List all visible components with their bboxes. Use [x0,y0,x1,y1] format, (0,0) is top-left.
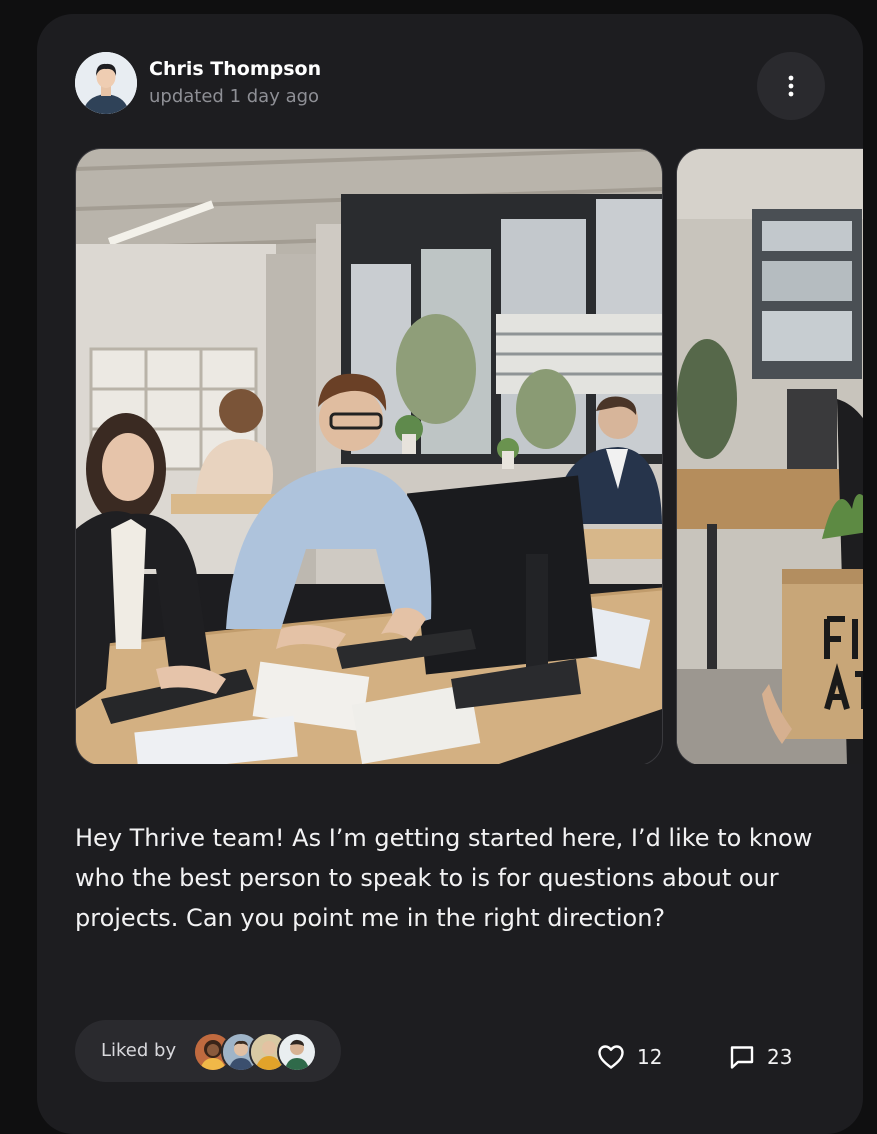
comment-button[interactable]: 23 [729,1042,792,1072]
more-vertical-icon [788,75,794,97]
heart-icon [598,1045,624,1069]
post-timestamp: updated 1 day ago [149,86,320,107]
liker-avatar[interactable] [277,1032,317,1072]
liked-by-pill[interactable]: Liked by [75,1020,341,1082]
image-carousel[interactable] [75,148,863,764]
comment-count: 23 [767,1045,793,1069]
post-card: Chris Thompson updated 1 day ago Hey Thr… [37,14,863,1134]
post-image-box[interactable] [676,148,863,764]
post-body: Hey Thrive team! As I’m getting started … [75,824,813,932]
liked-by-label: Liked by [101,1040,177,1061]
like-count: 12 [637,1045,663,1069]
author-name[interactable]: Chris Thompson [149,58,321,80]
author-avatar[interactable] [75,52,137,114]
post-header: Chris Thompson updated 1 day ago [75,52,825,116]
like-button[interactable]: 12 [597,1042,662,1072]
post-image-office[interactable] [75,148,663,764]
more-options-button[interactable] [757,52,825,120]
comment-icon [730,1046,754,1069]
